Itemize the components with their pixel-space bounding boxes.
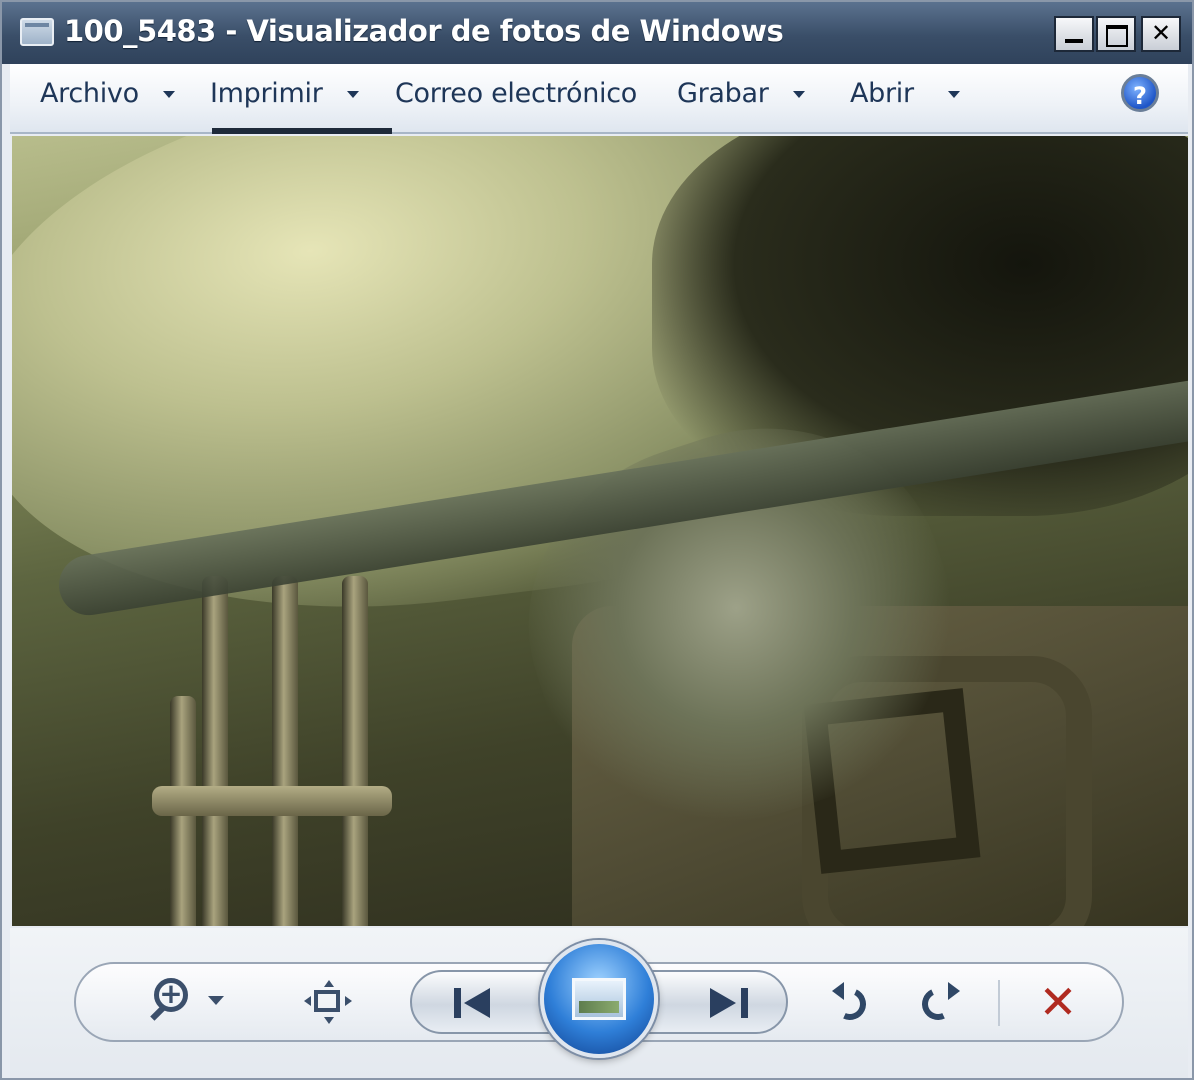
menu-imprimir[interactable]: Imprimir (210, 78, 359, 109)
next-icon (741, 988, 748, 1018)
chevron-down-icon (346, 91, 359, 98)
delete-button[interactable]: ✕ (1034, 978, 1082, 1026)
slideshow-button[interactable] (540, 940, 658, 1058)
actual-size-icon (314, 990, 340, 1012)
photo-pipe (272, 576, 298, 926)
photo-viewer-window: 100_5483 - Visualizador de fotos de Wind… (0, 0, 1194, 1080)
chevron-down-icon (792, 91, 805, 98)
title-bar[interactable]: 100_5483 - Visualizador de fotos de Wind… (2, 2, 1192, 64)
menu-abrir-label: Abrir (850, 78, 914, 109)
zoom-button[interactable]: + (150, 978, 240, 1024)
arrow-left-icon (304, 996, 311, 1006)
photo-clamp (152, 786, 392, 816)
photo-pipe (342, 576, 368, 926)
chevron-down-icon (162, 91, 175, 98)
zoom-handle (150, 1005, 166, 1021)
minimize-button[interactable] (1054, 16, 1094, 52)
menu-abrir[interactable]: Abrir (850, 78, 960, 109)
menu-archivo-label: Archivo (40, 78, 139, 109)
maximize-button[interactable] (1096, 16, 1136, 52)
menu-archivo[interactable]: Archivo (40, 78, 175, 109)
next-arrow-icon (710, 988, 736, 1018)
control-bar: + ✕ (10, 928, 1188, 1078)
next-button[interactable] (704, 986, 748, 1020)
menu-grabar[interactable]: Grabar (677, 78, 805, 109)
menu-bar: Archivo Imprimir Correo electrónico Grab… (10, 64, 1188, 134)
help-icon[interactable]: ? (1121, 74, 1159, 112)
arrow-up-icon (324, 980, 334, 987)
rotate-right-button[interactable] (917, 982, 962, 1025)
menu-hover-indicator (212, 128, 392, 134)
arrow-down-icon (324, 1017, 334, 1024)
photo-pipe (202, 576, 228, 926)
menu-imprimir-label: Imprimir (210, 78, 323, 109)
close-button[interactable]: ✕ (1141, 16, 1181, 52)
actual-size-button[interactable] (304, 980, 352, 1024)
slideshow-icon (572, 978, 626, 1020)
arrow-right-icon (345, 996, 352, 1006)
menu-correo-label: Correo electrónico (395, 78, 637, 109)
delete-icon: ✕ (1038, 975, 1078, 1029)
window-title: 100_5483 - Visualizador de fotos de Wind… (64, 14, 784, 48)
menu-correo[interactable]: Correo electrónico (395, 78, 637, 109)
previous-icon (454, 988, 461, 1018)
rotate-left-button[interactable] (829, 982, 874, 1025)
previous-button[interactable] (454, 986, 498, 1020)
photo-display[interactable] (12, 136, 1188, 926)
app-icon (20, 18, 54, 46)
divider (998, 980, 1000, 1026)
chevron-down-icon (208, 996, 224, 1005)
rotate-arrowhead-icon (832, 982, 844, 1000)
rotate-arrowhead-icon (948, 982, 960, 1000)
previous-arrow-icon (464, 988, 490, 1018)
menu-grabar-label: Grabar (677, 78, 769, 109)
chevron-down-icon (947, 91, 960, 98)
